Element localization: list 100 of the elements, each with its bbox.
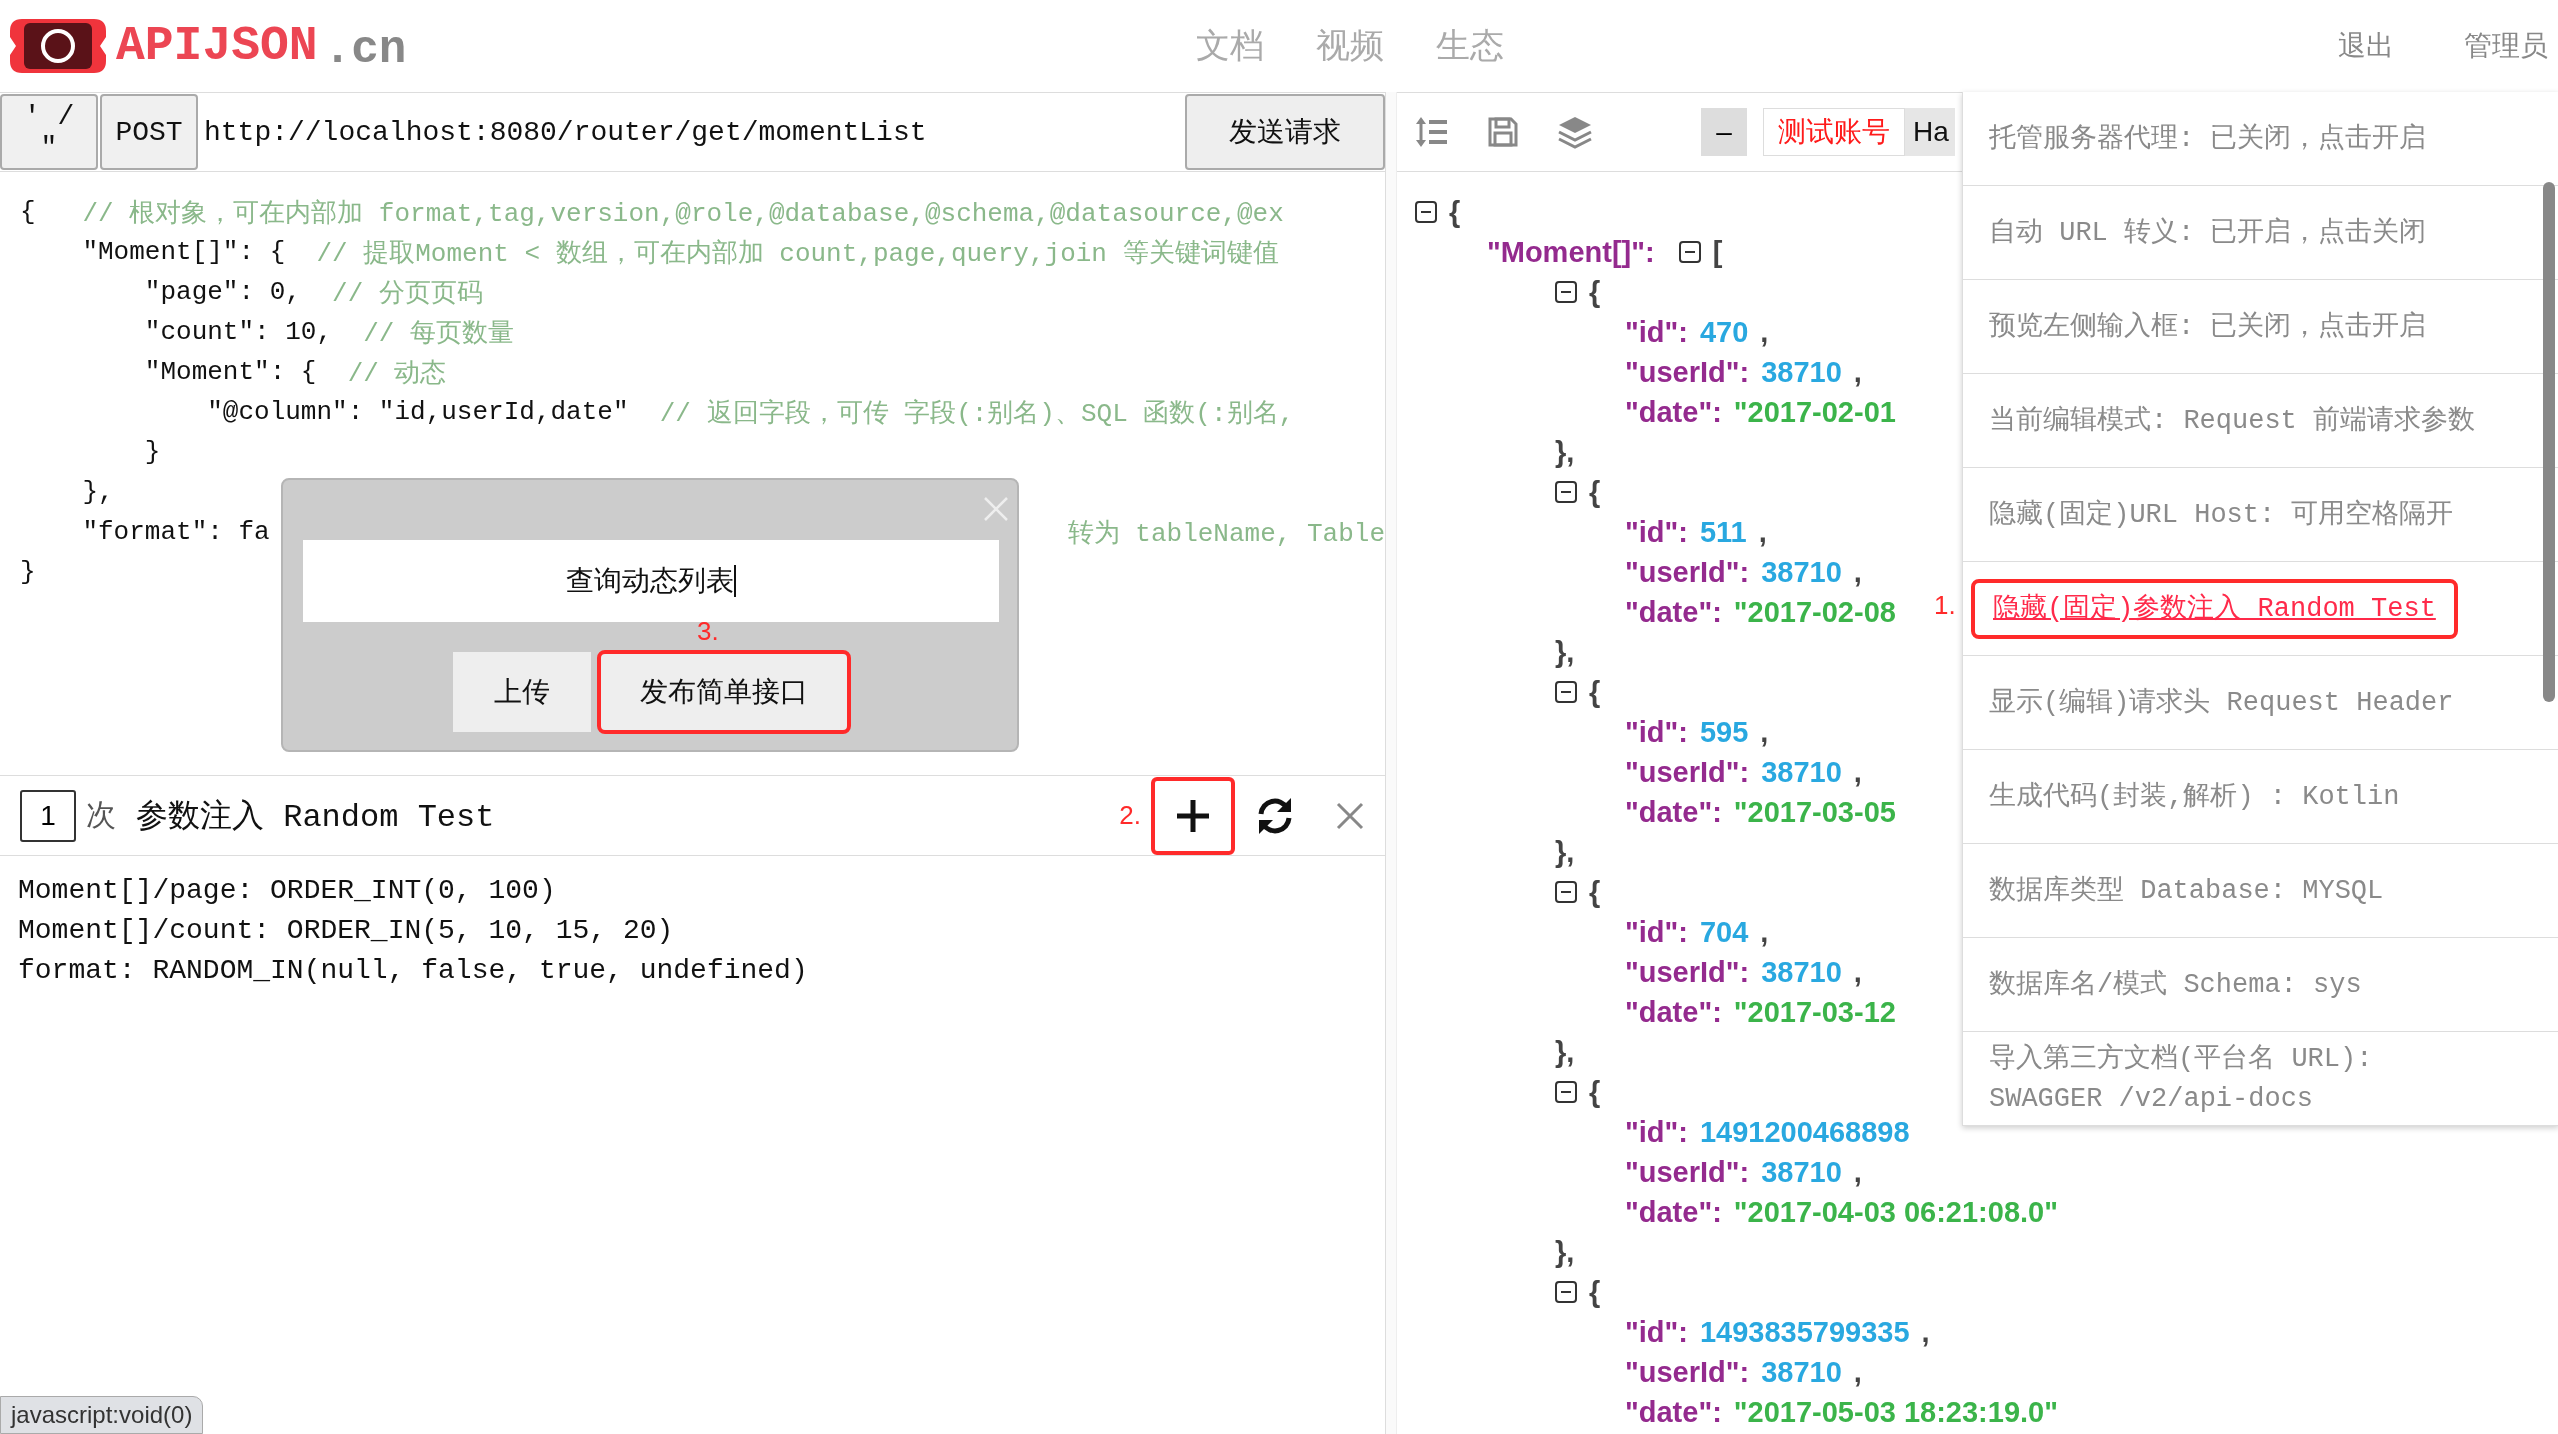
method-button[interactable]: POST (100, 94, 198, 170)
json-key: "Moment[]": (1487, 235, 1655, 269)
code-text: "count": 10, (143, 317, 334, 347)
config-line: Moment[]/count: ORDER_IN(5, 10, 15, 20) (18, 914, 675, 948)
json-value: "2017-03-12 (1733, 995, 1896, 1029)
json-bracket: [ (1712, 235, 1723, 269)
menu-item-label[interactable]: 当前编辑模式: Request 前端请求参数 (1989, 400, 2476, 441)
collapse-icon[interactable] (1555, 681, 1577, 703)
code-comment: // 动态 (347, 357, 447, 390)
json-key: "userId": (1625, 555, 1750, 589)
code-comment: 转为 tableName, Table (1067, 517, 1385, 550)
brand-name[interactable]: APIJSON (116, 19, 318, 73)
collapse-button[interactable]: – (1701, 108, 1747, 156)
count-unit: 次 (86, 797, 116, 833)
menu-item[interactable]: 数据库类型 Database: MYSQL (1963, 844, 2558, 938)
scrollbar-thumb[interactable] (2543, 182, 2555, 702)
nav-link[interactable]: 生态 (1436, 23, 1505, 69)
json-key: "date": (1625, 995, 1722, 1029)
menu-item[interactable]: 数据库名/模式 Schema: sys (1963, 938, 2558, 1032)
account-tab[interactable]: Ha (1905, 108, 1955, 156)
count-field[interactable]: 1 (20, 789, 76, 842)
code-comment: // 提取Moment < 数组，可在内部加 count,page,query,join 等关键词键值 (316, 237, 1279, 270)
name-field[interactable]: 查询动态列表 (303, 540, 999, 622)
json-brace: }, (1555, 1235, 1575, 1269)
menu-item[interactable]: 导入第三方文档(平台名 URL): SWAGGER /v2/api-docs (1963, 1032, 2558, 1126)
code-text: "Moment": { (143, 357, 318, 387)
json-value: "2017-05-03 18:23:19.0" (1733, 1395, 2058, 1429)
json-value: 1491200468898 (1699, 1115, 1910, 1149)
config-line: format: RANDOM_IN(null, false, true, undefined) (18, 954, 809, 988)
save-icon[interactable] (1487, 116, 1519, 148)
menu-item-label[interactable]: 自动 URL 转义: 已开启，点击关闭 (1989, 212, 2427, 253)
collapse-icon[interactable] (1555, 281, 1577, 303)
collapse-icon[interactable] (1555, 881, 1577, 903)
send-button[interactable]: 发送请求 (1185, 94, 1385, 170)
collapse-icon[interactable] (1415, 201, 1437, 223)
json-value: 704 (1699, 915, 1749, 949)
upload-button[interactable]: 上传 (453, 652, 591, 732)
json-value: 511 (1699, 515, 1747, 549)
json-comma: , (1758, 515, 1767, 549)
json-value: 38710 (1761, 555, 1842, 589)
menu-item-label[interactable]: 预览左侧输入框: 已关闭，点击开启 (1989, 306, 2427, 347)
json-comma: , (1853, 555, 1862, 589)
json-brace: { (1589, 275, 1601, 309)
json-brace: { (1449, 195, 1461, 229)
collapse-icon[interactable] (1678, 241, 1701, 263)
json-key: "id": (1625, 315, 1688, 349)
nav-link[interactable]: 文档 (1196, 23, 1265, 69)
json-brace: }, (1555, 635, 1575, 669)
menu-item-label[interactable]: 托管服务器代理: 已关闭，点击开启 (1989, 118, 2427, 159)
json-key: "userId": (1625, 1355, 1750, 1389)
code-text: }, (81, 477, 114, 507)
code-text: } (20, 557, 36, 587)
json-value: 1493835799335 (1699, 1315, 1910, 1349)
json-comma: , (1760, 315, 1769, 349)
annotation-number: 2. (1119, 800, 1141, 831)
sort-lines-icon[interactable] (1415, 115, 1449, 149)
random-test-title: 参数注入 Random Test (136, 797, 495, 838)
close-icon[interactable] (1335, 800, 1365, 831)
nav-link[interactable]: 视频 (1316, 23, 1385, 69)
json-brace: { (1589, 875, 1601, 909)
menu-item-label[interactable]: 显示(编辑)请求头 Request Header (1989, 682, 2454, 723)
add-button[interactable] (1151, 776, 1235, 855)
collapse-icon[interactable] (1555, 1281, 1577, 1303)
publish-button[interactable]: 发布简单接口 (597, 650, 851, 734)
json-key: "userId": (1625, 1155, 1750, 1189)
collapse-icon[interactable] (1555, 481, 1577, 503)
json-value: 595 (1699, 715, 1749, 749)
user-link[interactable]: 管理员 (2464, 27, 2548, 65)
json-brace: }, (1555, 435, 1575, 469)
json-brace: { (1589, 1275, 1601, 1309)
brand-domain[interactable]: .cn (323, 24, 407, 76)
code-text: "Moment[]": { (81, 237, 287, 267)
json-value: 38710 (1761, 755, 1842, 789)
json-value: 38710 (1761, 1155, 1842, 1189)
json-key: "id": (1625, 1315, 1688, 1349)
menu-item-label[interactable]: 数据库类型 Database: MYSQL (1989, 870, 2384, 911)
quote-toggle-button[interactable]: ' / " (0, 94, 98, 170)
menu-item-label[interactable]: 导入第三方文档(平台名 URL): SWAGGER /v2/api-docs (1989, 1038, 2373, 1119)
user-link[interactable]: 退出 (2338, 27, 2394, 65)
menu-item-label[interactable]: 隐藏(固定)URL Host: 可用空格隔开 (1989, 494, 2454, 535)
menu-item-label[interactable]: 数据库名/模式 Schema: sys (1989, 964, 2362, 1005)
menu-item-label[interactable]: 隐藏(固定)参数注入 Random Test (1993, 593, 2436, 624)
json-comma: , (1853, 1155, 1862, 1189)
json-key: "date": (1625, 795, 1722, 829)
logo-icon (8, 17, 108, 75)
code-text: { (20, 197, 37, 227)
menu-item[interactable]: 生成代码(封装,解析) : Kotlin (1963, 750, 2558, 844)
collapse-icon[interactable] (1555, 1081, 1577, 1103)
json-value: 470 (1699, 315, 1749, 349)
code-comment: // 每页数量 (363, 317, 515, 350)
layers-icon[interactable] (1557, 115, 1593, 149)
code-text: "page": 0, (143, 277, 302, 307)
json-comma: , (1853, 355, 1862, 389)
menu-item-label[interactable]: 生成代码(封装,解析) : Kotlin (1989, 776, 2400, 817)
code-text: "@column": "id,userId,date" (206, 397, 630, 427)
json-comma: , (1921, 1315, 1930, 1349)
json-value: "2017-02-01 (1733, 395, 1896, 429)
menu-item[interactable]: 托管服务器代理: 已关闭，点击开启 (1963, 92, 2558, 186)
account-tab[interactable]: 测试账号 (1763, 108, 1905, 156)
url-field[interactable]: http://localhost:8080/router/get/momentList (198, 97, 1185, 167)
